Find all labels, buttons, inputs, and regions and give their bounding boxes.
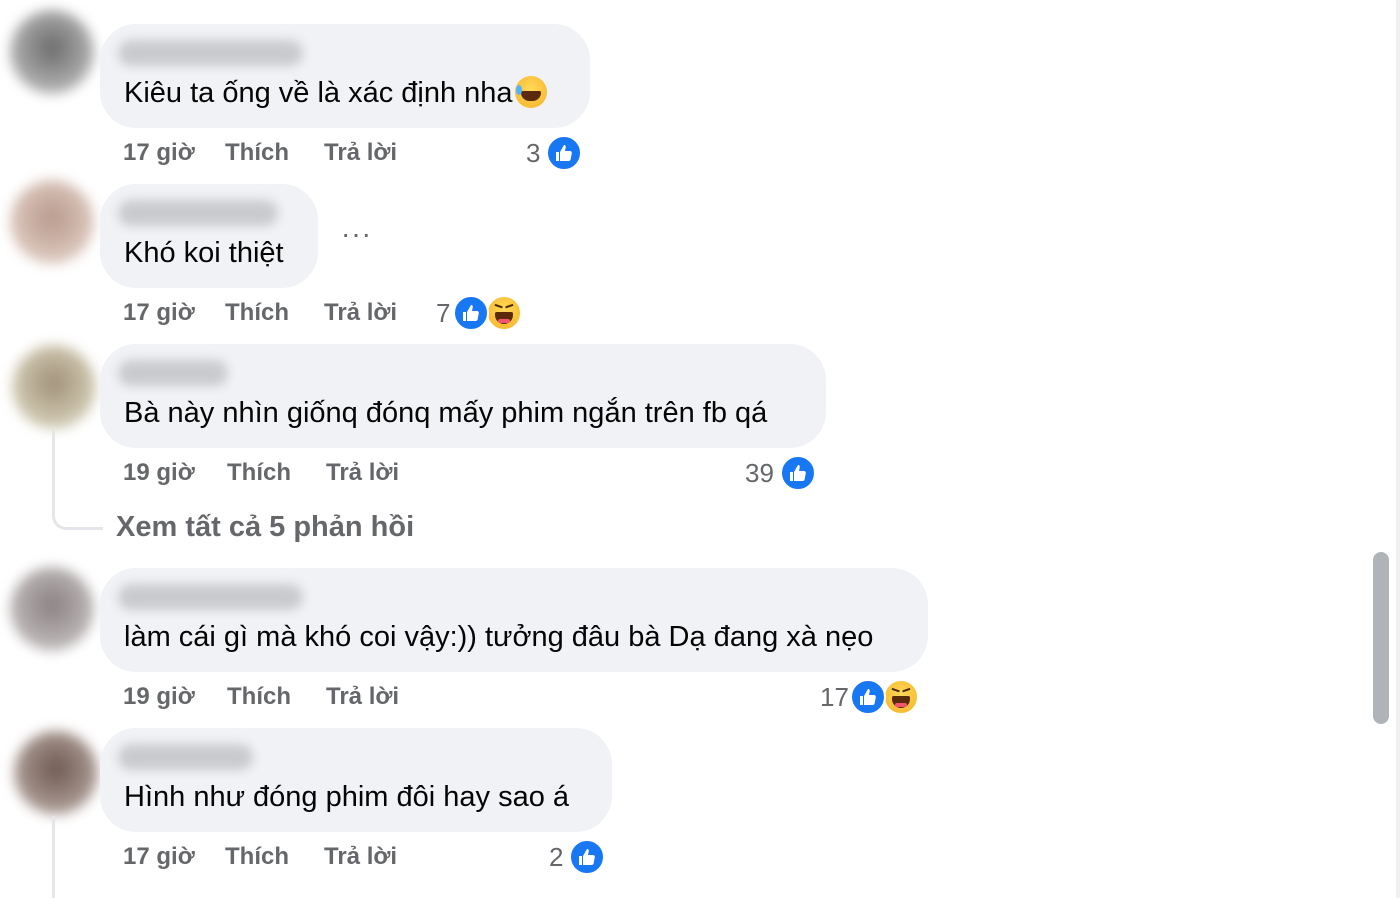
comment-bubble: Hình như đóng phim đôi hay sao á [100, 728, 612, 832]
haha-icon [486, 295, 522, 331]
more-options-button[interactable]: ··· [341, 218, 372, 250]
reaction-count: 7 [436, 298, 451, 328]
comment-time[interactable]: 19 giờ [123, 679, 195, 715]
reaction-summary[interactable]: 39 [745, 453, 820, 493]
comment-time[interactable]: 17 giờ [123, 135, 195, 171]
reaction-count: 39 [745, 458, 774, 488]
like-icon [453, 295, 489, 331]
avatar[interactable] [10, 567, 94, 651]
comment-text: Hình như đóng phim đôi hay sao á [124, 781, 570, 813]
like-button[interactable]: Thích [225, 839, 289, 875]
haha-icon [883, 679, 919, 715]
comment-time[interactable]: 19 giờ [123, 455, 195, 491]
reply-button[interactable]: Trả lời [326, 679, 399, 715]
thread-line [52, 816, 55, 898]
reply-button[interactable]: Trả lời [324, 135, 397, 171]
comment-meta: 19 giờ Thích Trả lời [123, 455, 423, 491]
comment-meta: 17 giờ Thích Trả lời [123, 295, 423, 331]
scrollbar-track [1396, 0, 1400, 898]
laugh-cry-emoji [514, 76, 547, 108]
like-icon [569, 839, 605, 875]
like-icon [850, 679, 886, 715]
reaction-summary[interactable]: 2 [549, 837, 609, 877]
reaction-summary[interactable]: 3 [526, 133, 586, 173]
like-icon [546, 135, 582, 171]
comment-bubble: làm cái gì mà khó coi vậy:)) tưởng đâu b… [100, 568, 928, 672]
comment-meta: 17 giờ Thích Trả lời [123, 135, 423, 171]
like-icon [780, 455, 816, 491]
comment-time[interactable]: 17 giờ [123, 839, 195, 875]
avatar[interactable] [10, 10, 94, 94]
reply-button[interactable]: Trả lời [324, 295, 397, 331]
comment-text: Kiêu ta ống về là xác định nha [124, 76, 547, 110]
thread-connector [52, 495, 103, 530]
author-name[interactable] [118, 744, 253, 770]
reaction-summary[interactable]: 17 [820, 677, 920, 717]
reply-button[interactable]: Trả lời [324, 839, 397, 875]
scrollbar-thumb[interactable] [1373, 552, 1389, 724]
comment-bubble: Khó koi thiệt [100, 184, 318, 288]
author-name[interactable] [118, 360, 228, 386]
comment-text: Khó koi thiệt [124, 237, 284, 269]
comment-text: làm cái gì mà khó coi vậy:)) tưởng đâu b… [124, 621, 874, 653]
author-name[interactable] [118, 200, 278, 226]
author-name[interactable] [118, 40, 303, 66]
reaction-count: 3 [526, 138, 541, 168]
thread-line [52, 430, 55, 500]
like-button[interactable]: Thích [225, 135, 289, 171]
view-replies-link[interactable]: Xem tất cả 5 phản hồi [116, 511, 414, 544]
reaction-count: 2 [549, 842, 564, 872]
like-button[interactable]: Thích [225, 295, 289, 331]
comment-time[interactable]: 17 giờ [123, 295, 195, 331]
avatar[interactable] [12, 345, 96, 429]
reaction-count: 17 [820, 682, 849, 712]
avatar[interactable] [10, 180, 94, 264]
reply-button[interactable]: Trả lời [326, 455, 399, 491]
author-name[interactable] [118, 584, 303, 610]
like-button[interactable]: Thích [227, 679, 291, 715]
comment-bubble: Kiêu ta ống về là xác định nha [100, 24, 590, 128]
like-button[interactable]: Thích [227, 455, 291, 491]
comment-meta: 17 giờ Thích Trả lời [123, 839, 423, 875]
comment-meta: 19 giờ Thích Trả lời [123, 679, 423, 715]
avatar[interactable] [14, 731, 98, 815]
comment-text: Bà này nhìn giốnq đónq mấy phim ngắn trê… [124, 397, 768, 429]
reaction-summary[interactable]: 7 [436, 293, 526, 333]
comment-bubble: Bà này nhìn giốnq đónq mấy phim ngắn trê… [100, 344, 826, 448]
